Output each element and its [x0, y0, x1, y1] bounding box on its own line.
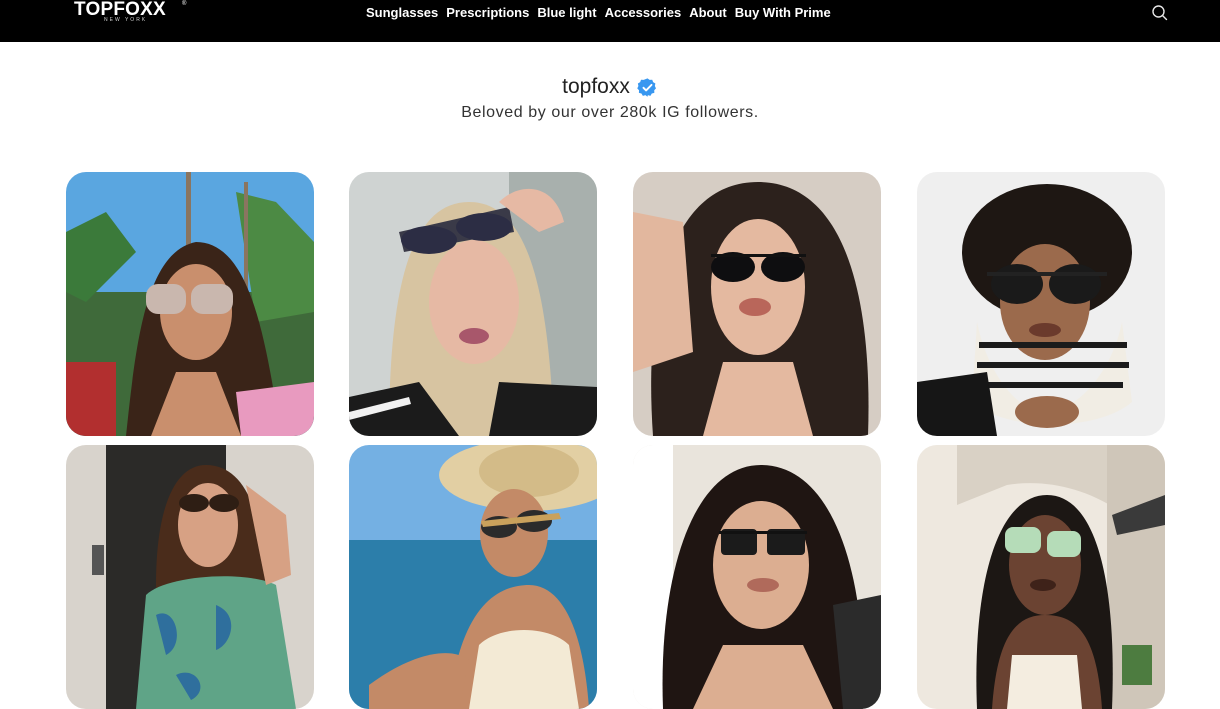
- photo-tile-7[interactable]: [633, 445, 881, 709]
- photo-tile-8[interactable]: [917, 445, 1165, 709]
- nav-item-prescriptions[interactable]: Prescriptions: [446, 5, 529, 21]
- instagram-handle[interactable]: topfoxx: [562, 74, 630, 100]
- brand-logo[interactable]: TOPFOXX ® NEW YORK: [74, 0, 186, 26]
- photo-tile-6[interactable]: [349, 445, 597, 709]
- photo-tile-3[interactable]: [633, 172, 881, 436]
- photo-tile-5[interactable]: [66, 445, 314, 709]
- logo-subtext: NEW YORK: [104, 17, 148, 23]
- instagram-photo: [633, 172, 881, 436]
- instagram-section-header: topfoxx Beloved by our over 280k IG foll…: [0, 74, 1220, 124]
- verified-badge-icon: [637, 77, 656, 97]
- instagram-photo: [349, 172, 597, 436]
- photo-tile-2[interactable]: [349, 172, 597, 436]
- instagram-photo: [349, 445, 597, 709]
- nav-item-blue-light[interactable]: Blue light: [537, 5, 596, 21]
- main-nav: Sunglasses Prescriptions Blue light Acce…: [366, 5, 839, 21]
- instagram-handle-row: topfoxx: [562, 74, 658, 100]
- instagram-photo: [917, 172, 1165, 436]
- logo-registered-mark: ®: [182, 1, 187, 7]
- search-button[interactable]: [1151, 4, 1169, 22]
- instagram-photo: [66, 172, 314, 436]
- nav-item-accessories[interactable]: Accessories: [605, 5, 682, 21]
- instagram-photo: [633, 445, 881, 709]
- nav-item-buy-with-prime[interactable]: Buy With Prime: [735, 5, 831, 21]
- search-icon: [1152, 5, 1168, 21]
- top-navigation-bar: TOPFOXX ® NEW YORK Sunglasses Prescripti…: [0, 0, 1220, 42]
- instagram-photo: [66, 445, 314, 709]
- instagram-tagline: Beloved by our over 280k IG followers.: [461, 104, 759, 121]
- nav-item-sunglasses[interactable]: Sunglasses: [366, 5, 438, 21]
- nav-item-about[interactable]: About: [689, 5, 727, 21]
- photo-tile-1[interactable]: [66, 172, 314, 436]
- instagram-photo: [917, 445, 1165, 709]
- photo-tile-4[interactable]: [917, 172, 1165, 436]
